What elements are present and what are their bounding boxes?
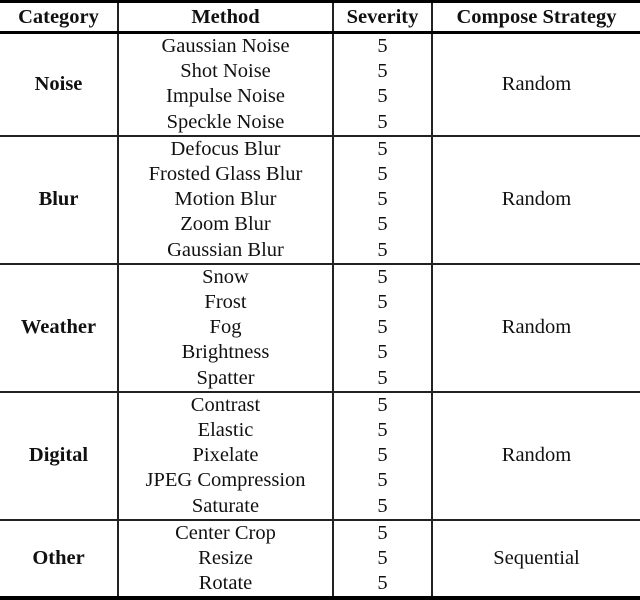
- severity-cell: 5: [332, 290, 432, 316]
- severity-cell: 5: [332, 134, 432, 163]
- severity-cell: 5: [332, 340, 432, 366]
- method-cell: JPEG Compression: [117, 468, 333, 494]
- table-row: Noise Gaussian Noise 5 Random: [0, 32, 640, 136]
- method-cell: Center Crop: [117, 518, 333, 547]
- header-compose-strategy: Compose Strategy: [431, 0, 640, 34]
- category-cell: Other: [0, 518, 118, 600]
- table-body: Noise Gaussian Noise 5 Random Shot Noise 5 Imp…: [0, 32, 640, 600]
- severity-cell: 5: [332, 571, 432, 600]
- method-cell: Gaussian Noise: [117, 32, 333, 60]
- severity-cell: 5: [332, 418, 432, 444]
- corruption-methods-table: Category Method Severity Compose Strateg…: [0, 0, 640, 600]
- compose-strategy-cell: Random: [431, 390, 640, 520]
- severity-cell: 5: [332, 32, 432, 60]
- table-row: Blur Defocus Blur 5 Random: [0, 134, 640, 264]
- method-cell: Shot Noise: [117, 59, 333, 85]
- category-cell: Blur: [0, 134, 118, 264]
- method-cell: Fog: [117, 315, 333, 341]
- method-cell: Pixelate: [117, 443, 333, 469]
- table-row: Weather Snow 5 Random: [0, 262, 640, 392]
- category-cell: Digital: [0, 390, 118, 520]
- severity-cell: 5: [332, 390, 432, 419]
- method-cell: Speckle Noise: [117, 109, 333, 136]
- severity-cell: 5: [332, 546, 432, 572]
- severity-cell: 5: [332, 262, 432, 291]
- header-row: Category Method Severity Compose Strateg…: [0, 0, 640, 34]
- method-cell: Impulse Noise: [117, 84, 333, 110]
- method-cell: Frosted Glass Blur: [117, 162, 333, 188]
- method-cell: Defocus Blur: [117, 134, 333, 163]
- severity-cell: 5: [332, 315, 432, 341]
- severity-cell: 5: [332, 59, 432, 85]
- method-cell: Saturate: [117, 493, 333, 520]
- category-cell: Weather: [0, 262, 118, 392]
- method-cell: Rotate: [117, 571, 333, 600]
- compose-strategy-cell: Random: [431, 262, 640, 392]
- severity-cell: 5: [332, 84, 432, 110]
- severity-cell: 5: [332, 518, 432, 547]
- method-cell: Contrast: [117, 390, 333, 419]
- severity-cell: 5: [332, 365, 432, 392]
- severity-cell: 5: [332, 162, 432, 188]
- method-cell: Snow: [117, 262, 333, 291]
- method-cell: Elastic: [117, 418, 333, 444]
- header-category: Category: [0, 0, 118, 34]
- compose-strategy-cell: Random: [431, 134, 640, 264]
- compose-strategy-cell: Random: [431, 32, 640, 136]
- severity-cell: 5: [332, 237, 432, 264]
- severity-cell: 5: [332, 187, 432, 213]
- method-cell: Zoom Blur: [117, 212, 333, 238]
- method-cell: Resize: [117, 546, 333, 572]
- compose-strategy-cell: Sequential: [431, 518, 640, 600]
- method-cell: Gaussian Blur: [117, 237, 333, 264]
- method-cell: Spatter: [117, 365, 333, 392]
- method-cell: Frost: [117, 290, 333, 316]
- severity-cell: 5: [332, 468, 432, 494]
- category-cell: Noise: [34, 72, 83, 95]
- severity-cell: 5: [332, 443, 432, 469]
- severity-cell: 5: [332, 212, 432, 238]
- header-method: Method: [117, 0, 333, 34]
- severity-cell: 5: [332, 493, 432, 520]
- table-row: Other Center Crop 5 Sequential: [0, 518, 640, 600]
- header-severity: Severity: [332, 0, 432, 34]
- method-cell: Motion Blur: [117, 187, 333, 213]
- severity-cell: 5: [332, 109, 432, 136]
- table-row: Digital Contrast 5 Random: [0, 390, 640, 520]
- method-cell: Brightness: [117, 340, 333, 366]
